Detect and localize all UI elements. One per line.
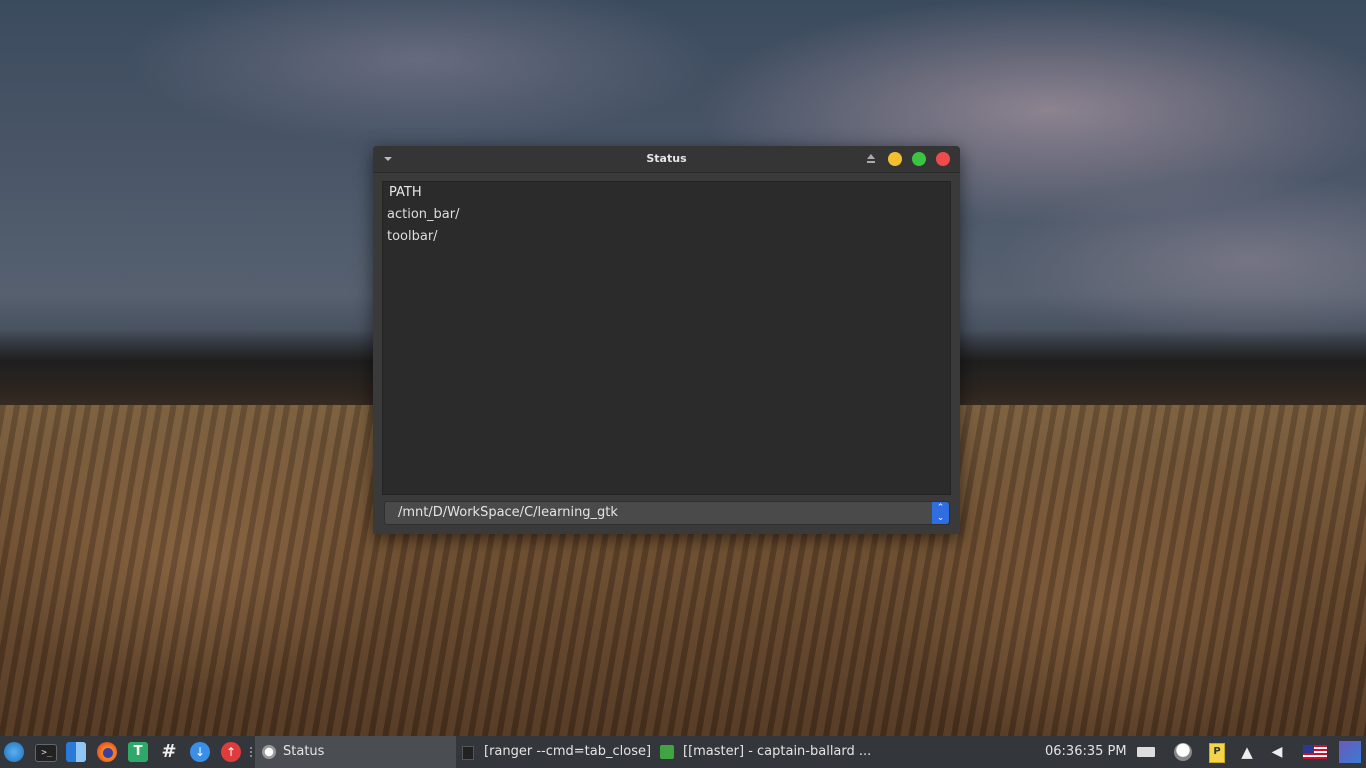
battery-icon[interactable] xyxy=(1137,747,1155,757)
list-item[interactable]: toolbar/ xyxy=(387,229,438,244)
path-combobox-value: /mnt/D/WorkSpace/C/learning_gtk xyxy=(398,505,618,520)
task-status[interactable]: Status xyxy=(255,736,456,768)
terminal-icon[interactable]: >_ xyxy=(35,744,57,762)
list-item[interactable]: action_bar/ xyxy=(387,207,459,222)
close-button[interactable] xyxy=(936,152,950,166)
text-editor-icon[interactable]: T xyxy=(128,742,148,762)
column-header-path[interactable]: PATH xyxy=(389,185,422,200)
qt-creator-icon xyxy=(660,745,674,759)
taskbar-separator xyxy=(250,747,254,757)
file-manager-icon[interactable] xyxy=(66,742,86,762)
network-icon[interactable] xyxy=(1174,743,1192,761)
task-qt-creator[interactable]: [[master] - captain-ballard ... xyxy=(655,736,871,768)
status-window: Status PATH action_bar/ toolbar/ /mnt/D/… xyxy=(373,146,960,534)
task-label: [ranger --cmd=tab_close] xyxy=(484,744,652,759)
path-list-view[interactable]: PATH action_bar/ toolbar/ xyxy=(382,181,951,495)
deepin-logo-icon[interactable] xyxy=(4,742,24,762)
taskbar: >_ T # ↓ ↑ Status [ranger --cmd=tab_clos… xyxy=(0,736,1366,768)
slack-icon[interactable]: # xyxy=(159,742,179,762)
window-app-icon xyxy=(262,745,276,759)
terminal-app-icon xyxy=(462,746,474,760)
notification-bell-icon[interactable]: ▲ xyxy=(1238,743,1256,761)
shade-icon[interactable] xyxy=(866,154,876,164)
downloader-icon[interactable]: ↓ xyxy=(190,742,210,762)
window-titlebar[interactable]: Status xyxy=(373,146,960,173)
maximize-button[interactable] xyxy=(912,152,926,166)
workspace-icon[interactable] xyxy=(1339,741,1361,763)
task-ranger[interactable]: [ranger --cmd=tab_close] xyxy=(456,736,652,768)
combobox-arrows-icon[interactable]: ⌃ ⌄ xyxy=(932,502,949,524)
firefox-icon[interactable] xyxy=(97,742,117,762)
us-flag-icon[interactable] xyxy=(1303,745,1327,759)
task-label: [[master] - captain-ballard ... xyxy=(683,744,872,759)
path-combobox[interactable]: /mnt/D/WorkSpace/C/learning_gtk ⌃ ⌄ xyxy=(384,501,950,525)
clock[interactable]: 06:36:35 PM xyxy=(1045,736,1127,768)
clipboard-icon[interactable]: P xyxy=(1209,743,1225,763)
upload-icon[interactable]: ↑ xyxy=(221,742,241,762)
volume-icon[interactable]: ◀ xyxy=(1268,743,1286,761)
minimize-button[interactable] xyxy=(888,152,902,166)
task-label: Status xyxy=(283,744,325,759)
